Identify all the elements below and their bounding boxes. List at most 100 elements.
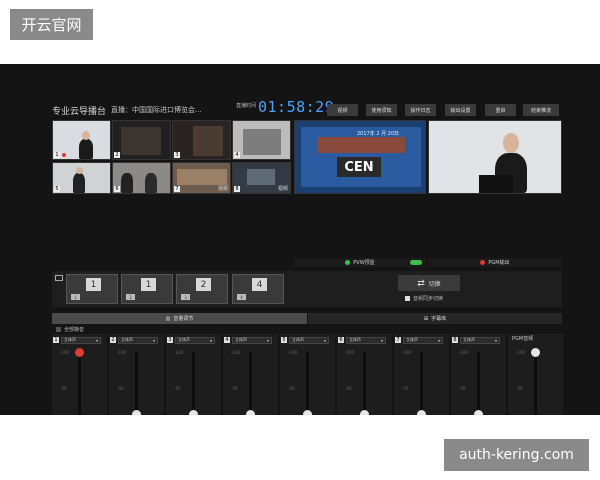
volume-knob[interactable] <box>474 410 483 415</box>
scene-block <box>193 126 223 156</box>
channel-header: 4 立体声 ▾ <box>223 336 278 344</box>
source-8[interactable]: 8 视频 <box>232 162 291 194</box>
source-number: 3 <box>174 152 180 158</box>
person-head <box>76 167 83 174</box>
volume-track[interactable] <box>135 352 138 415</box>
source-1[interactable]: 1 <box>52 120 111 160</box>
source-7[interactable]: 7 视频 <box>172 162 231 194</box>
source-6[interactable]: 6 <box>112 162 171 194</box>
output-settings-button[interactable]: 输出设置 <box>445 104 476 116</box>
pvw-monitor[interactable]: 2017年 2 月 20日 CEN <box>294 120 426 194</box>
channel-number: 8 <box>452 337 458 343</box>
chevron-down-icon: ▾ <box>437 337 440 343</box>
mute-all-checkbox[interactable]: 全部静音 <box>56 326 84 333</box>
volume-track[interactable] <box>477 352 480 415</box>
volume-knob[interactable] <box>360 410 369 415</box>
guide-button[interactable]: 使用须知 <box>366 104 397 116</box>
log-button[interactable]: 操作日志 <box>405 104 436 116</box>
channel-mode-select[interactable]: 立体声 ▾ <box>175 336 215 344</box>
video-button[interactable]: 视频 <box>327 104 358 116</box>
layout-card[interactable]: 2 3 <box>176 274 228 304</box>
chevron-down-icon: ▾ <box>323 337 326 343</box>
channel-mode-value: 立体声 <box>64 337 76 342</box>
volume-track[interactable] <box>249 352 252 415</box>
layout-number: 4 <box>252 278 267 291</box>
chevron-down-icon: ▾ <box>95 337 98 343</box>
source-number: 7 <box>174 186 180 192</box>
scale-tick: -100 <box>60 350 70 355</box>
scale-tick: -100 <box>117 350 127 355</box>
scale-tick: -100 <box>516 350 526 355</box>
channel-mode-select[interactable]: 立体声 ▾ <box>289 336 329 344</box>
audio-channel-3: 3立体声▾-100-50-5🔈🎧 <box>166 334 221 415</box>
source-3[interactable]: 3 <box>172 120 231 160</box>
channel-header: 8 立体声 ▾ <box>451 336 506 344</box>
volume-knob[interactable] <box>417 410 426 415</box>
chevron-down-icon: ▾ <box>494 337 497 343</box>
layout-card[interactable]: 1 2 <box>121 274 173 304</box>
pvw-label-bar: PVW预监 <box>294 258 426 267</box>
volume-knob[interactable] <box>75 348 84 357</box>
tab-label: 音量调节 <box>173 316 194 322</box>
source-number: 5 <box>54 186 60 192</box>
switch-button[interactable]: ⇄ 切换 <box>398 275 460 291</box>
sliders-icon: ▥ <box>165 315 171 322</box>
source-number: 2 <box>114 152 120 158</box>
volume-knob[interactable] <box>531 348 540 357</box>
channel-number: 7 <box>395 337 401 343</box>
layout-mini: 4 <box>237 294 246 300</box>
channel-mode-select[interactable]: 立体声 ▾ <box>460 336 500 344</box>
audio-sync-checkbox[interactable]: 音频同步切换 <box>405 295 443 302</box>
volume-track[interactable] <box>306 352 309 415</box>
layout-card[interactable]: 4 4 <box>232 274 284 304</box>
scale-tick: -100 <box>288 350 298 355</box>
restart-button[interactable]: 重启 <box>485 104 516 116</box>
page: 开云官网 专业云导播台 直播：中国国际进口博览会... 直播时间 01:58:2… <box>0 0 600 480</box>
channel-header: 3 立体声 ▾ <box>166 336 221 344</box>
volume-knob[interactable] <box>132 410 141 415</box>
stop-stream-button[interactable]: 结束推流 <box>523 104 559 116</box>
pvw-toggle[interactable] <box>410 260 422 265</box>
scene-block <box>177 169 227 185</box>
source-4[interactable]: 4 <box>232 120 291 160</box>
volume-knob[interactable] <box>246 410 255 415</box>
scale-tick: -50 <box>345 386 352 391</box>
channel-number: 2 <box>110 337 116 343</box>
source-number: 1 <box>54 152 60 158</box>
layout-number: 1 <box>141 278 156 291</box>
channel-mode-select[interactable]: 立体声 ▾ <box>403 336 443 344</box>
channel-mode-select[interactable]: 立体声 ▾ <box>118 336 158 344</box>
channel-mode-select[interactable]: 立体声 ▾ <box>232 336 272 344</box>
scale-tick: -100 <box>459 350 469 355</box>
chevron-down-icon: ▾ <box>266 337 269 343</box>
source-2[interactable]: 2 <box>112 120 171 160</box>
pgm-label: PGM输出 <box>488 260 510 266</box>
volume-knob[interactable] <box>303 410 312 415</box>
director-console: 专业云导播台 直播：中国国际进口博览会... 直播时间 01:58:29 视频 … <box>0 64 600 415</box>
volume-track[interactable] <box>534 352 537 415</box>
volume-track[interactable] <box>420 352 423 415</box>
scale-tick: -50 <box>459 386 466 391</box>
clock-label: 直播时间 <box>236 103 257 109</box>
channel-mode-select[interactable]: 立体声 ▾ <box>346 336 386 344</box>
tab-volume[interactable]: ▥ 音量调节 <box>52 313 307 324</box>
audio-channel-8: 8立体声▾-100-50-5🔈🎧 <box>451 334 506 415</box>
layout-number: 1 <box>86 278 101 291</box>
volume-track[interactable] <box>363 352 366 415</box>
scale-tick: -100 <box>345 350 355 355</box>
pgm-monitor[interactable] <box>428 120 562 194</box>
tab-subtitles[interactable]: ⊞ 字幕库 <box>308 313 562 324</box>
audio-channel-4: 4立体声▾-100-50-5🔈🎧 <box>223 334 278 415</box>
source-5[interactable]: 5 <box>52 162 111 194</box>
layout-card[interactable]: 1 1 <box>66 274 118 304</box>
volume-track[interactable] <box>78 352 81 415</box>
source-number: 4 <box>234 152 240 158</box>
source-label: 视频 <box>277 186 288 192</box>
volume-track[interactable] <box>192 352 195 415</box>
audio-channel-7: 7立体声▾-100-50-5🔈🎧 <box>394 334 449 415</box>
channel-mode-select[interactable]: 立体声 ▾ <box>61 336 101 344</box>
volume-knob[interactable] <box>189 410 198 415</box>
layout-mini: 2 <box>126 294 135 300</box>
scale-tick: -50 <box>117 386 124 391</box>
pvw-label: PVW预监 <box>353 260 375 266</box>
